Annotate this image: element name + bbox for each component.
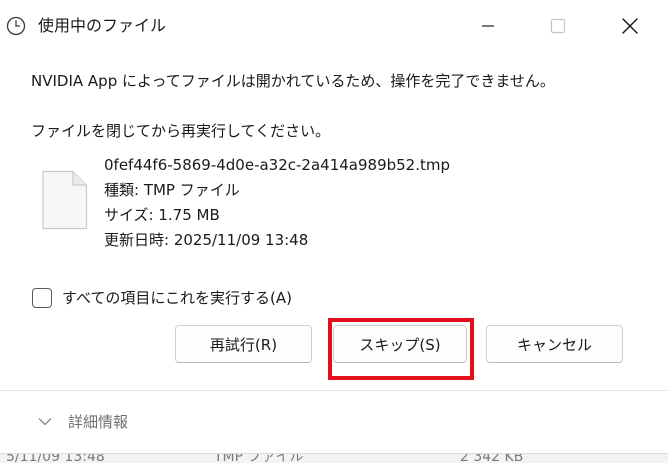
error-message: NVIDIA App によってファイルは開かれているため、操作を完了できません。 [31,72,555,90]
file-modified: 更新日時: 2025/11/09 13:48 [104,231,309,249]
file-size: サイズ: 1.75 MB [104,206,220,224]
highlight-annotation [328,318,474,380]
apply-all-option[interactable]: すべての項目にこれを実行する(A) [32,287,292,309]
apply-all-checkbox[interactable] [32,288,52,308]
background-type: TMP ファイル [214,453,304,463]
clock-icon [6,16,26,36]
close-icon[interactable] [618,14,642,38]
minimize-icon[interactable] [476,14,500,38]
background-size: 2 342 KB [460,453,524,463]
window-title: 使用中のファイル [38,16,167,35]
chevron-down-icon[interactable] [38,417,52,427]
details-toggle[interactable]: 詳細情報 [68,411,128,433]
title-bar: 使用中のファイル [0,0,668,52]
maximize-icon[interactable] [546,14,570,38]
file-icon [42,170,88,230]
file-details: 0fef44f6-5869-4d0e-a32c-2a414a989b52.tmp… [104,153,450,253]
cancel-button[interactable]: キャンセル [486,325,623,363]
background-date: 5/11/09 13:48 [6,453,105,463]
file-type: 種類: TMP ファイル [104,181,240,199]
retry-button[interactable]: 再試行(R) [175,325,312,363]
apply-all-label[interactable]: すべての項目にこれを実行する(A) [62,287,292,309]
background-window-row: 5/11/09 13:48 TMP ファイル 2 342 KB [0,453,668,463]
file-name: 0fef44f6-5869-4d0e-a32c-2a414a989b52.tmp [104,156,451,174]
instruction-message: ファイルを閉じてから再実行してください。 [31,122,331,140]
